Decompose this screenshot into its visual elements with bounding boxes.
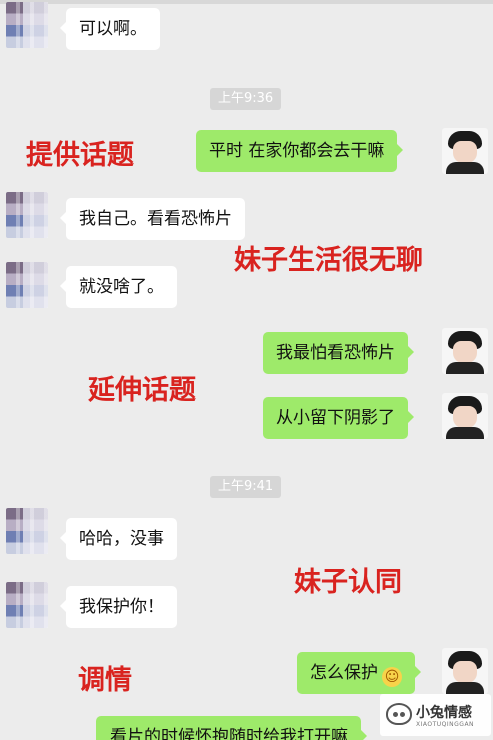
message-text: 可以啊。 (79, 19, 147, 39)
contact-avatar[interactable] (6, 192, 48, 238)
timestamp: 上午9:41 (210, 476, 282, 498)
message-bubble-left[interactable]: 就没啥了。 (60, 266, 177, 308)
message-bubble-right[interactable]: 从小留下阴影了 (263, 397, 414, 439)
message-text: 我自己。看看恐怖片 (79, 209, 232, 229)
user-avatar[interactable] (442, 393, 488, 439)
message-bubble-left[interactable]: 我自己。看看恐怖片 (60, 198, 245, 240)
contact-avatar[interactable] (6, 508, 48, 554)
message-text: 我保护你！ (79, 597, 164, 617)
chat-area: 可以啊。 上午9:36 提供话题 平时 在家你都会去干嘛 我自己。看看恐怖片 妹… (0, 0, 493, 740)
message-text: 我最怕看恐怖片 (276, 343, 395, 363)
message-bubble-left[interactable]: 哈哈，没事 (60, 518, 177, 560)
message-bubble-right[interactable]: 看片的时候怀抱随时给我打开嘛 (96, 716, 367, 740)
user-avatar[interactable] (442, 128, 488, 174)
message-bubble-left[interactable]: 可以啊。 (60, 8, 160, 50)
user-avatar[interactable] (442, 328, 488, 374)
message-bubble-right[interactable]: 怎么保护 ☺ (297, 652, 421, 694)
annotation-label: 延伸话题 (88, 375, 196, 406)
smile-emoji-icon: ☺ (382, 667, 402, 687)
message-text: 看片的时候怀抱随时给我打开嘛 (110, 727, 348, 740)
message-text: 从小留下阴影了 (276, 408, 395, 428)
watermark: 小兔情感 XIAOTUQINGGAN (380, 694, 491, 736)
message-bubble-right[interactable]: 平时 在家你都会去干嘛 (196, 130, 404, 172)
message-text: 平时 在家你都会去干嘛 (209, 141, 385, 161)
annotation-label: 妹子生活很无聊 (234, 245, 423, 276)
top-divider (0, 0, 493, 4)
contact-avatar[interactable] (6, 2, 48, 48)
message-text: 就没啥了。 (79, 277, 164, 297)
watermark-title: 小兔情感 (416, 705, 472, 721)
message-bubble-right[interactable]: 我最怕看恐怖片 (263, 332, 414, 374)
annotation-label: 提供话题 (26, 140, 134, 171)
annotation-label: 调情 (78, 665, 132, 696)
message-text: 怎么保护 (310, 663, 378, 683)
message-text: 哈哈，没事 (79, 529, 164, 549)
message-bubble-left[interactable]: 我保护你！ (60, 586, 177, 628)
user-avatar[interactable] (442, 648, 488, 694)
timestamp: 上午9:36 (210, 88, 282, 110)
contact-avatar[interactable] (6, 582, 48, 628)
contact-avatar[interactable] (6, 262, 48, 308)
watermark-subtitle: XIAOTUQINGGAN (416, 721, 475, 728)
annotation-label: 妹子认同 (294, 567, 402, 598)
rabbit-logo-icon (386, 703, 412, 725)
